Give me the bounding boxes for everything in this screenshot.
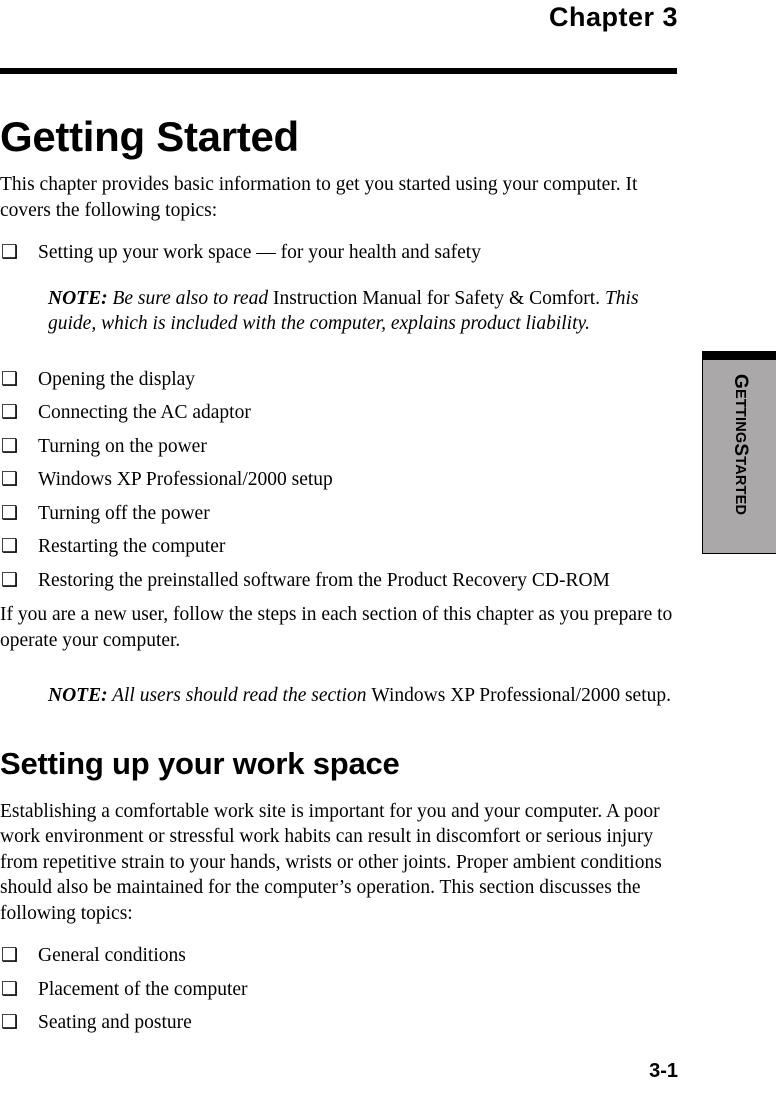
list-item-label: Turning off the power bbox=[38, 502, 210, 524]
note-label: NOTE: bbox=[48, 685, 108, 706]
square-bullet-icon: ❑ bbox=[1, 502, 19, 524]
list-item-label: Placement of the computer bbox=[38, 978, 248, 1000]
page-number: 3-1 bbox=[649, 1060, 678, 1082]
thumb-tab-label: G ETTING S TARTED bbox=[703, 352, 776, 555]
note-roman-text: Instruction Manual for Safety & Comfort. bbox=[272, 287, 601, 309]
page-title: Getting Started bbox=[0, 113, 299, 161]
intro-paragraph: This chapter provides basic information … bbox=[0, 174, 638, 221]
square-bullet-icon: ❑ bbox=[1, 569, 19, 591]
square-bullet-icon: ❑ bbox=[1, 1012, 19, 1033]
thumb-tab-part-2: ETTING bbox=[732, 388, 748, 444]
list-item: ❑ Seating and posture bbox=[0, 1006, 678, 1040]
thumb-tab-part-4: TARTED bbox=[732, 456, 748, 516]
note-roman-text: Windows XP Professional/2000 setup. bbox=[371, 685, 672, 706]
chapter-running-head: Chapter 3 bbox=[548, 2, 678, 32]
list-item: ❑ Windows XP Professional/2000 setup bbox=[0, 463, 678, 497]
square-bullet-icon: ❑ bbox=[1, 242, 19, 263]
list-item-label: Turning on the power bbox=[38, 435, 207, 457]
list-item-label: Restoring the preinstalled software from… bbox=[38, 569, 610, 591]
chapter-thumb-tab: G ETTING S TARTED bbox=[702, 351, 776, 554]
content-column: This chapter provides basic information … bbox=[0, 172, 678, 1040]
note-label: NOTE: bbox=[48, 287, 108, 309]
section-paragraph: Establishing a comfortable work site is … bbox=[0, 800, 662, 924]
square-bullet-icon: ❑ bbox=[1, 536, 19, 557]
square-bullet-icon: ❑ bbox=[1, 978, 19, 1000]
document-page: Chapter 3 Getting Started This chapter p… bbox=[0, 0, 776, 1093]
header-rule bbox=[0, 68, 677, 74]
list-item: ❑ Restarting the computer bbox=[0, 530, 678, 564]
list-item: ❑ Restoring the preinstalled software fr… bbox=[0, 564, 678, 598]
list-item-label: Opening the display bbox=[38, 368, 196, 390]
list-item: ❑ Turning off the power bbox=[0, 497, 678, 531]
list-item: ❑ General conditions bbox=[0, 939, 678, 973]
list-item-label: General conditions bbox=[38, 945, 186, 966]
list-item: ❑ Placement of the computer bbox=[0, 973, 678, 1007]
new-user-paragraph: If you are a new user, follow the steps … bbox=[0, 604, 673, 651]
topics-list-two: ❑ Opening the display ❑ Connecting the A… bbox=[0, 363, 678, 598]
topics-list-three: ❑ General conditions ❑ Placement of the … bbox=[0, 939, 678, 1040]
list-item-label: Restarting the computer bbox=[38, 536, 226, 557]
thumb-tab-part-1: G bbox=[730, 374, 751, 389]
list-item: ❑ Setting up your work space — for your … bbox=[0, 236, 678, 270]
list-item-label: Windows XP Professional/2000 setup bbox=[38, 469, 333, 490]
square-bullet-icon: ❑ bbox=[1, 435, 19, 457]
note-italic-text: Be sure also to read bbox=[107, 287, 273, 309]
thumb-tab-part-3: S bbox=[730, 443, 751, 457]
list-item-label: Setting up your work space — for your he… bbox=[38, 242, 481, 263]
list-item-label: Connecting the AC adaptor bbox=[38, 402, 251, 423]
square-bullet-icon: ❑ bbox=[1, 945, 19, 966]
list-item-label: Seating and posture bbox=[38, 1012, 192, 1033]
note-italic-text: All users should read the section bbox=[107, 685, 372, 706]
square-bullet-icon: ❑ bbox=[1, 469, 19, 490]
note-block-one: NOTE: Be sure also to read Instruction M… bbox=[0, 286, 678, 337]
list-item: ❑ Turning on the power bbox=[0, 430, 678, 464]
section-heading: Setting up your work space bbox=[0, 745, 400, 781]
note-block-two: NOTE: All users should read the section … bbox=[0, 683, 678, 709]
list-item: ❑ Opening the display bbox=[0, 363, 678, 397]
square-bullet-icon: ❑ bbox=[1, 368, 19, 390]
topics-list-one: ❑ Setting up your work space — for your … bbox=[0, 236, 678, 270]
square-bullet-icon: ❑ bbox=[1, 402, 19, 423]
list-item: ❑ Connecting the AC adaptor bbox=[0, 396, 678, 430]
